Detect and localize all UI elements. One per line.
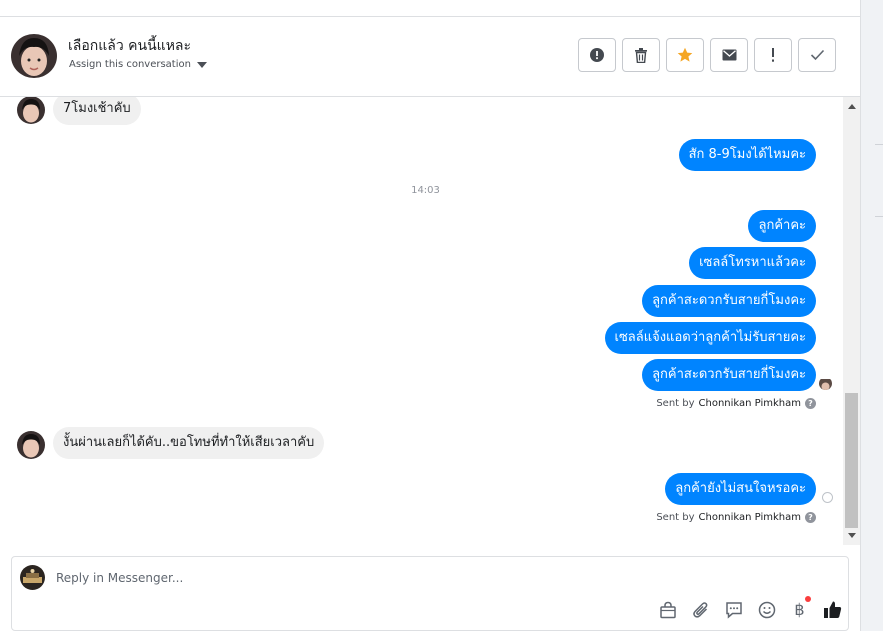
paperclip-icon [692, 601, 707, 618]
edge-divider [875, 216, 883, 217]
sent-by-label: Sent by Chonnikan Pimkham ? [656, 512, 816, 523]
like-button[interactable] [823, 600, 842, 619]
mark-spam-button[interactable] [578, 38, 616, 72]
message-outgoing: เซลล์โทรหาแล้วคะ [689, 247, 816, 279]
sent-by-prefix: Sent by [656, 512, 695, 523]
sent-by-prefix: Sent by [656, 398, 695, 409]
contact-avatar-small [17, 97, 45, 124]
page-avatar [20, 565, 45, 590]
check-icon [810, 49, 824, 61]
composer-toolbar: ฿ [658, 596, 842, 619]
header-actions [578, 38, 836, 72]
right-panel-edge [860, 0, 883, 631]
reply-composer: ฿ [11, 556, 849, 631]
message-outgoing: ลูกค้าสะดวกรับสายกี่โมงคะ [642, 285, 816, 317]
help-icon[interactable]: ? [805, 512, 816, 523]
sent-by-label: Sent by Chonnikan Pimkham ? [656, 398, 816, 409]
sent-by-name[interactable]: Chonnikan Pimkham [699, 398, 801, 409]
scrollbar-thumb[interactable] [845, 393, 858, 528]
payment-button[interactable]: ฿ [790, 596, 811, 619]
conversation-header: เลือกแล้ว คนนี้แหละ Assign this conversa… [0, 17, 860, 97]
emoji-button[interactable] [757, 600, 776, 619]
scroll-up-arrow-icon[interactable] [848, 104, 856, 109]
message-incoming: 7โมงเช้าคับ [53, 97, 141, 125]
saved-replies-button[interactable] [724, 600, 743, 619]
message-outgoing: ลูกค้ายังไม่สนใจหรอคะ [665, 473, 816, 505]
shopping-bag-icon [659, 601, 676, 618]
message-outgoing: ลูกค้าคะ [748, 210, 816, 242]
message-outgoing: ลูกค้าสะดวกรับสายกี่โมงคะ [642, 359, 816, 391]
message-list[interactable]: 7โมงเช้าคับ สัก 8-9โมงได้ไหมคะ 14:03 ลูก… [0, 97, 843, 545]
messenger-inbox: เลือกแล้ว คนนี้แหละ Assign this conversa… [0, 0, 883, 631]
exclamation-icon [772, 48, 774, 62]
contact-avatar[interactable] [11, 34, 57, 78]
shop-button[interactable] [658, 600, 677, 619]
mark-done-button[interactable] [798, 38, 836, 72]
notification-dot [805, 596, 811, 602]
help-icon[interactable]: ? [805, 398, 816, 409]
baht-icon: ฿ [794, 600, 805, 619]
conversation-scrollbar[interactable] [843, 97, 860, 545]
thumbs-up-icon [824, 601, 842, 618]
message-outgoing: สัก 8-9โมงได้ไหมคะ [678, 139, 816, 171]
delete-button[interactable] [622, 38, 660, 72]
delivered-check-icon [822, 492, 833, 503]
follow-up-button[interactable] [754, 38, 792, 72]
assign-conversation-dropdown[interactable]: Assign this conversation [69, 59, 207, 70]
envelope-icon [722, 49, 736, 61]
attach-button[interactable] [691, 600, 710, 619]
reply-input[interactable] [56, 567, 816, 589]
caret-down-icon [196, 61, 207, 68]
emoji-icon [758, 601, 775, 618]
message-incoming: งั้นผ่านเลยก็ได้คับ..ขอโทษที่ทำให้เสียเว… [53, 427, 325, 459]
star-icon [677, 47, 693, 62]
contact-name[interactable]: เลือกแล้ว คนนี้แหละ [68, 35, 191, 57]
message-outgoing: เซลล์แจ้งแอดว่าลูกค้าไม่รับสายคะ [604, 322, 816, 354]
assign-label: Assign this conversation [69, 59, 191, 70]
contact-avatar-small [17, 431, 45, 459]
sent-by-name[interactable]: Chonnikan Pimkham [699, 512, 801, 523]
mark-unread-button[interactable] [710, 38, 748, 72]
star-button[interactable] [666, 38, 704, 72]
chat-bubble-icon [725, 601, 742, 619]
trash-icon [635, 47, 647, 63]
message-timestamp: 14:03 [411, 185, 440, 196]
seen-avatar [819, 377, 832, 390]
edge-divider [875, 144, 883, 145]
alert-circle-icon [590, 48, 604, 62]
scroll-down-arrow-icon[interactable] [848, 533, 856, 538]
